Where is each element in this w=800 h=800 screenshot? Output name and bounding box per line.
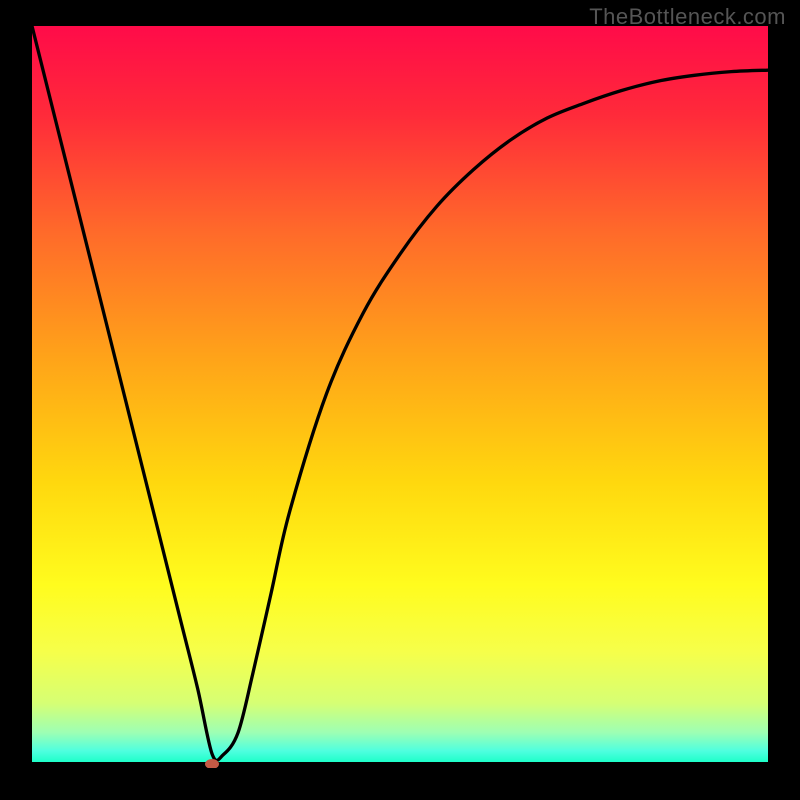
optimal-point-marker bbox=[205, 759, 219, 768]
bottleneck-curve bbox=[32, 26, 768, 762]
plot-area bbox=[32, 26, 768, 768]
chart-frame: TheBottleneck.com bbox=[0, 0, 800, 800]
